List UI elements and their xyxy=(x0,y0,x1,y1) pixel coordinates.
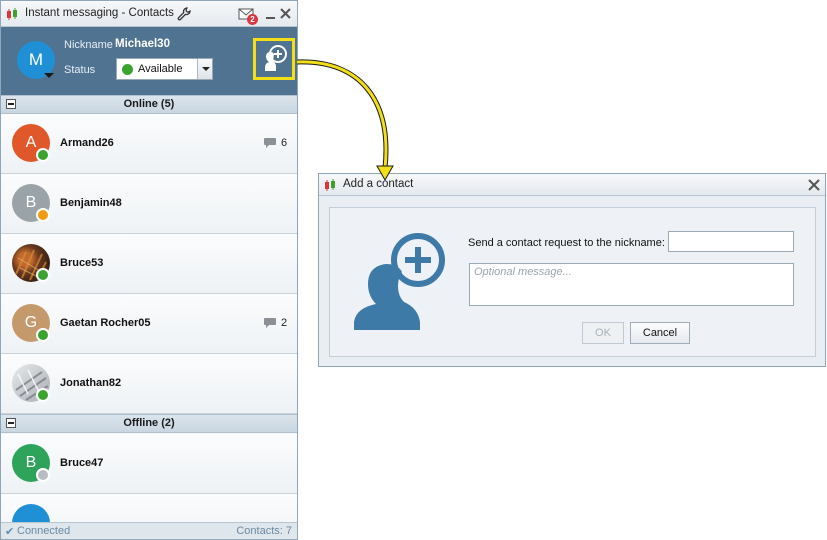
avatar-menu-caret-icon[interactable] xyxy=(44,73,54,78)
chat-bubble-icon xyxy=(264,138,276,148)
profile-panel: M Nickname Michael30 Status Available xyxy=(1,27,297,95)
contacts-titlebar: Instant messaging - Contacts 2 xyxy=(1,1,297,27)
contacts-window: Instant messaging - Contacts 2 M Nicknam… xyxy=(0,0,298,540)
dialog-title: Add a contact xyxy=(343,178,414,190)
ok-button[interactable]: OK xyxy=(582,322,624,344)
close-icon[interactable] xyxy=(278,6,294,22)
dialog-titlebar: Add a contact xyxy=(319,174,825,196)
status-offline-icon xyxy=(36,468,50,482)
contact-item-gaetan-rocher05[interactable]: G Gaetan Rocher05 2 xyxy=(1,294,297,354)
minimize-icon[interactable] xyxy=(263,6,279,22)
status-online-icon xyxy=(36,148,50,162)
add-person-illustration-icon xyxy=(354,233,445,330)
group-header-offline[interactable]: Offline (2) xyxy=(1,414,297,433)
status-dropdown[interactable]: Available xyxy=(116,58,213,80)
contact-item-benjamin48[interactable]: B Benjamin48 xyxy=(1,174,297,234)
nickname-prompt: Send a contact request to the nickname: xyxy=(468,237,665,249)
status-bar: ✔ Connected Contacts: 7 xyxy=(1,522,297,539)
checkmark-icon: ✔ xyxy=(5,526,15,538)
status-away-icon xyxy=(36,208,50,222)
dialog-body: Send a contact request to the nickname: … xyxy=(329,207,816,357)
contact-item-jonathan82[interactable]: Jonathan82 xyxy=(1,354,297,414)
nickname-value: Michael30 xyxy=(115,38,170,50)
cancel-button[interactable]: Cancel xyxy=(630,322,690,344)
unread-count: 6 xyxy=(281,137,288,149)
contact-item-bruce53[interactable]: Bruce53 xyxy=(1,234,297,294)
mail-badge: 2 xyxy=(247,14,258,25)
nickname-label: Nickname xyxy=(64,39,113,51)
nickname-input[interactable] xyxy=(668,231,794,252)
optional-message-input[interactable] xyxy=(469,263,794,306)
settings-wrench-icon[interactable] xyxy=(176,6,192,22)
add-contact-dialog: Add a contact Send a contact request to … xyxy=(318,173,826,367)
app-candlestick-icon xyxy=(325,179,335,191)
close-icon[interactable] xyxy=(806,177,822,193)
status-online-icon xyxy=(36,328,50,342)
add-contact-icon xyxy=(265,45,287,71)
contact-name: Bruce53 xyxy=(60,257,104,269)
app-candlestick-icon xyxy=(7,8,17,20)
contact-name: Armand26 xyxy=(60,137,114,149)
chevron-down-icon[interactable] xyxy=(197,59,212,79)
contacts-count: Contacts: 7 xyxy=(236,525,292,537)
status-online-icon xyxy=(36,388,50,402)
unread-count: 2 xyxy=(281,317,288,329)
status-online-icon xyxy=(36,268,50,282)
group-title: Online (5) xyxy=(123,98,175,110)
contact-item-bruce47[interactable]: B Bruce47 xyxy=(1,434,297,494)
status-dot-icon xyxy=(122,64,133,75)
contact-name: Bruce47 xyxy=(60,457,104,469)
contact-item-armand26[interactable]: A Armand26 6 xyxy=(1,114,297,174)
contact-name: Jonathan82 xyxy=(60,377,122,389)
window-title: Instant messaging - Contacts xyxy=(25,7,174,19)
chat-bubble-icon xyxy=(264,318,276,328)
mail-button[interactable]: 2 xyxy=(238,6,258,25)
connection-status: Connected xyxy=(17,525,71,537)
contact-name: Benjamin48 xyxy=(60,197,122,209)
group-title: Offline (2) xyxy=(123,417,175,429)
group-header-online[interactable]: Online (5) xyxy=(1,95,297,114)
status-value: Available xyxy=(138,63,183,75)
add-contact-button[interactable] xyxy=(253,38,295,80)
contact-name: Gaetan Rocher05 xyxy=(60,317,151,329)
status-label: Status xyxy=(64,64,96,76)
